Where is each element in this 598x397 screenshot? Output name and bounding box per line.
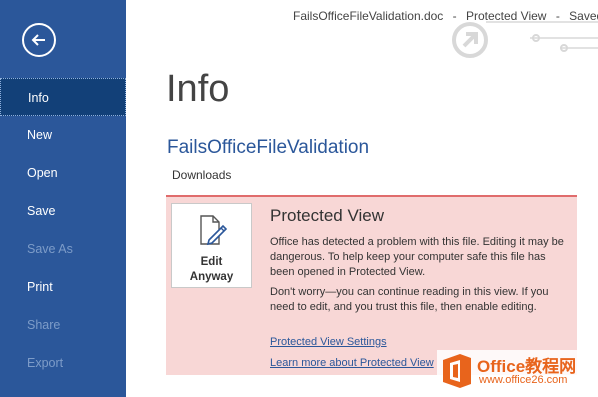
nav-item-save-as: Save As [27,242,73,256]
nav-item-new[interactable]: New [0,116,126,154]
nav-item-save[interactable]: Save [0,192,126,230]
document-path: Downloads [172,168,232,182]
title-filename: FailsOfficeFileValidation.doc [293,9,444,23]
nav-item-open[interactable]: Open [0,154,126,192]
edit-anyway-label: Edit Anyway [189,256,234,283]
nav-item-share: Share [27,318,61,332]
protected-view-panel: Edit Anyway Protected View Office has de… [166,195,577,375]
protected-view-advice: Don't worry—you can continue reading in … [270,286,549,314]
edit-anyway-button[interactable]: Edit Anyway [171,203,252,288]
page-title: Info [166,68,230,110]
office-logo-icon [443,354,471,388]
nav-item-info[interactable]: Info [0,78,126,116]
circuit-decoration-icon [452,21,598,58]
watermark: Office教程网 www.office26.com [437,350,598,397]
nav-item-export: Export [27,356,64,370]
watermark-url: www.office26.com [479,374,568,386]
edit-document-icon [199,215,227,246]
document-name: FailsOfficeFileValidation [167,137,370,158]
protected-view-settings-link[interactable]: Protected View Settings [270,336,387,348]
learn-more-link[interactable]: Learn more about Protected View [270,357,434,369]
back-arrow-icon [31,34,45,46]
back-button[interactable] [22,23,56,57]
backstage-nav: Info New Open Save Save As Print Share E… [0,0,126,397]
nav-item-print[interactable]: Print [0,268,126,306]
protected-view-message: Office has detected a problem with this … [270,236,564,279]
protected-view-title: Protected View [270,206,385,225]
